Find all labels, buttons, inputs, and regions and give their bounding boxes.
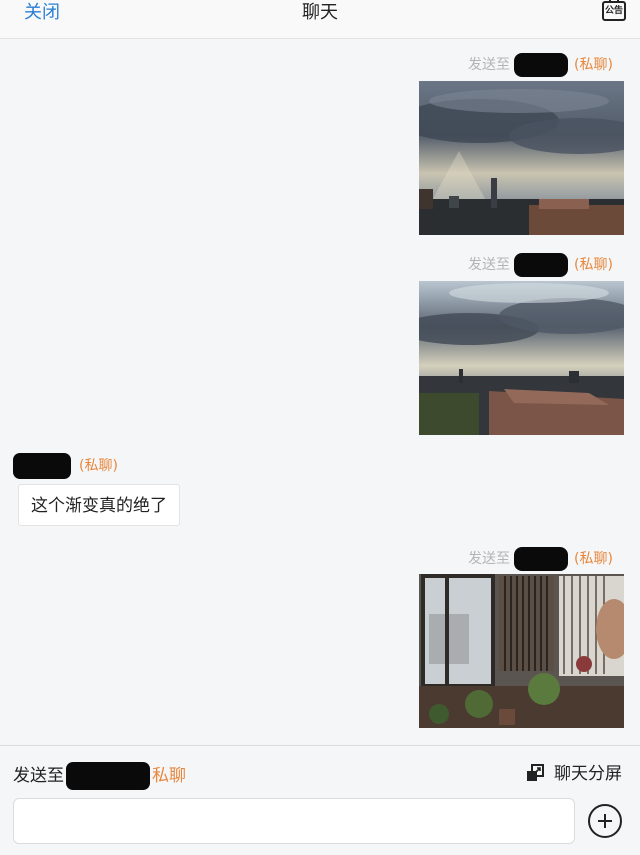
photo-message[interactable] [419,574,624,728]
send-to-label: 发送至 [468,551,510,567]
page-title: 聊天 [302,2,338,23]
private-chat-tag: (私聊) [574,551,613,567]
send-to-label: 发送至 [468,257,510,273]
redacted-recipient [514,547,568,571]
message-meta: 发送至 (私聊) [468,253,613,277]
top-bar: 关闭 聊天 公告 [0,0,640,39]
message-bubble[interactable]: 这个渐变真的绝了 [18,484,180,526]
send-to-label: 发送至 [468,57,510,73]
message-meta: (私聊) [13,453,118,479]
photo-balcony-window-plants [419,574,624,728]
photo-sky-clouds-rooftops [419,281,624,435]
send-to-label: 发送至 [13,766,64,786]
split-screen-button[interactable]: 聊天分屏 [526,762,622,786]
private-chat-tag: (私聊) [79,458,118,474]
add-circle-icon[interactable] [588,804,622,838]
photo-message[interactable] [419,281,624,435]
bottom-bar: 发送至 私聊 聊天分屏 [0,745,640,855]
message-meta: 发送至 (私聊) [468,53,613,77]
private-chat-tag: (私聊) [574,257,613,273]
redacted-sender [13,453,71,479]
photo-message[interactable] [419,81,624,235]
private-chat-tag: 私聊 [152,766,186,786]
redacted-recipient [66,762,150,790]
message-input[interactable] [13,798,575,844]
split-screen-label: 聊天分屏 [554,764,622,784]
split-screen-icon [526,764,544,782]
private-chat-tag: (私聊) [574,57,613,73]
notice-board-icon[interactable]: 公告 [602,0,626,21]
redacted-recipient [514,253,568,277]
redacted-recipient [514,53,568,77]
send-to-selector[interactable]: 发送至 私聊 [13,762,186,790]
message-meta: 发送至 (私聊) [468,547,613,571]
photo-sky-sunrays-city [419,81,624,235]
